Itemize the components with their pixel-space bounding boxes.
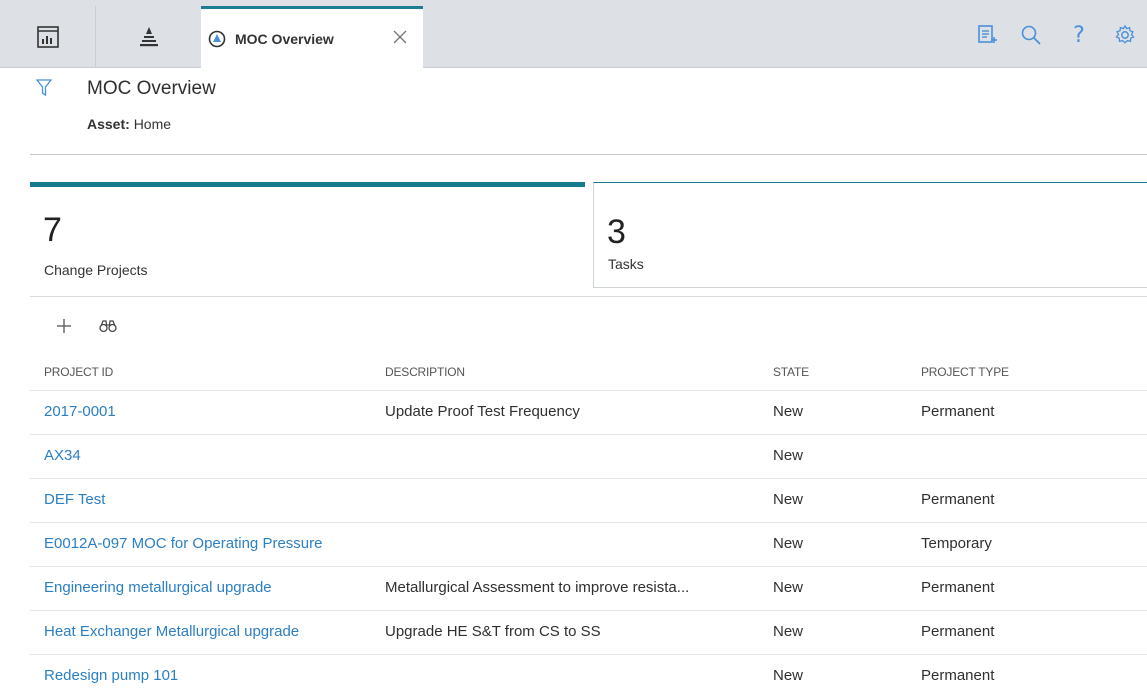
state-cell: New	[773, 491, 804, 508]
table-header: PROJECT ID DESCRIPTION STATE PROJECT TYP…	[30, 356, 1147, 390]
asset-hierarchy-button[interactable]	[97, 6, 201, 68]
table-row: DEF Test New Permanent	[30, 478, 1147, 522]
project-id-link[interactable]: Heat Exchanger Metallurgical upgrade	[44, 623, 299, 640]
dashboard-icon	[36, 26, 59, 48]
table-row: 2017-0001 Update Proof Test Frequency Ne…	[30, 390, 1147, 434]
new-record-button[interactable]	[974, 22, 1000, 48]
project-type-cell: Permanent	[921, 491, 995, 508]
project-type-cell: Permanent	[921, 623, 995, 640]
search-button[interactable]	[1018, 22, 1044, 48]
table-row: Redesign pump 101 New Permanent	[30, 654, 1147, 690]
tasks-count: 3	[607, 213, 626, 251]
page-title: MOC Overview	[87, 78, 216, 99]
filter-icon[interactable]	[36, 78, 52, 98]
dashboard-button[interactable]	[0, 6, 96, 68]
new-record-icon	[978, 25, 997, 43]
asset-value: Home	[133, 116, 172, 132]
find-button[interactable]	[98, 316, 118, 336]
tab-moc-overview[interactable]: MOC Overview	[201, 6, 423, 69]
project-id-link[interactable]: DEF Test	[44, 491, 105, 508]
help-button[interactable]: ?	[1066, 22, 1092, 48]
description-cell: Upgrade HE S&T from CS to SS	[385, 623, 601, 640]
change-projects-count: 7	[43, 211, 62, 249]
project-id-link[interactable]: Redesign pump 101	[44, 667, 178, 684]
tasks-card[interactable]: 3 Tasks	[593, 182, 1147, 288]
state-cell: New	[773, 403, 804, 420]
header-divider	[30, 154, 1147, 155]
asset-hierarchy-icon	[140, 27, 158, 47]
description-cell: Update Proof Test Frequency	[385, 403, 580, 420]
gear-icon	[1115, 24, 1135, 44]
column-header-state[interactable]: STATE	[773, 365, 809, 379]
project-type-cell: Temporary	[921, 535, 992, 552]
state-cell: New	[773, 667, 804, 684]
toolbar-right: ?	[970, 22, 1147, 50]
top-tab-bar: MOC Overview ?	[0, 0, 1147, 69]
moc-icon	[208, 30, 226, 48]
state-cell: New	[773, 535, 804, 552]
table-row: E0012A-097 MOC for Operating Pressure Ne…	[30, 522, 1147, 566]
find-icon	[99, 320, 117, 333]
state-cell: New	[773, 447, 804, 464]
project-id-link[interactable]: 2017-0001	[44, 403, 116, 420]
close-icon[interactable]	[391, 28, 409, 46]
tasks-label: Tasks	[608, 256, 644, 272]
cards-divider	[30, 296, 1147, 297]
asset-context: Asset: Home	[87, 116, 171, 132]
change-projects-card[interactable]: 7 Change Projects	[30, 182, 585, 292]
asset-label: Asset:	[87, 116, 130, 132]
search-icon	[1021, 25, 1041, 45]
project-type-cell: Permanent	[921, 667, 995, 684]
state-cell: New	[773, 623, 804, 640]
project-id-link[interactable]: E0012A-097 MOC for Operating Pressure	[44, 535, 322, 552]
project-type-cell: Permanent	[921, 579, 995, 596]
settings-button[interactable]	[1112, 22, 1138, 48]
description-cell: Metallurgical Assessment to improve resi…	[385, 579, 690, 596]
table-row: AX34 New	[30, 434, 1147, 478]
column-header-project-type[interactable]: PROJECT TYPE	[921, 365, 1009, 379]
state-cell: New	[773, 579, 804, 596]
tab-label: MOC Overview	[235, 31, 334, 47]
project-id-link[interactable]: Engineering metallurgical upgrade	[44, 579, 272, 596]
table-row: Heat Exchanger Metallurgical upgrade Upg…	[30, 610, 1147, 654]
add-icon	[57, 319, 71, 333]
column-header-project-id[interactable]: PROJECT ID	[44, 365, 113, 379]
project-id-link[interactable]: AX34	[44, 447, 81, 464]
table-row: Engineering metallurgical upgrade Metall…	[30, 566, 1147, 610]
project-type-cell: Permanent	[921, 403, 995, 420]
help-icon: ?	[1073, 22, 1085, 48]
change-projects-label: Change Projects	[44, 262, 148, 278]
add-project-button[interactable]	[54, 316, 74, 336]
column-header-description[interactable]: DESCRIPTION	[385, 365, 465, 379]
